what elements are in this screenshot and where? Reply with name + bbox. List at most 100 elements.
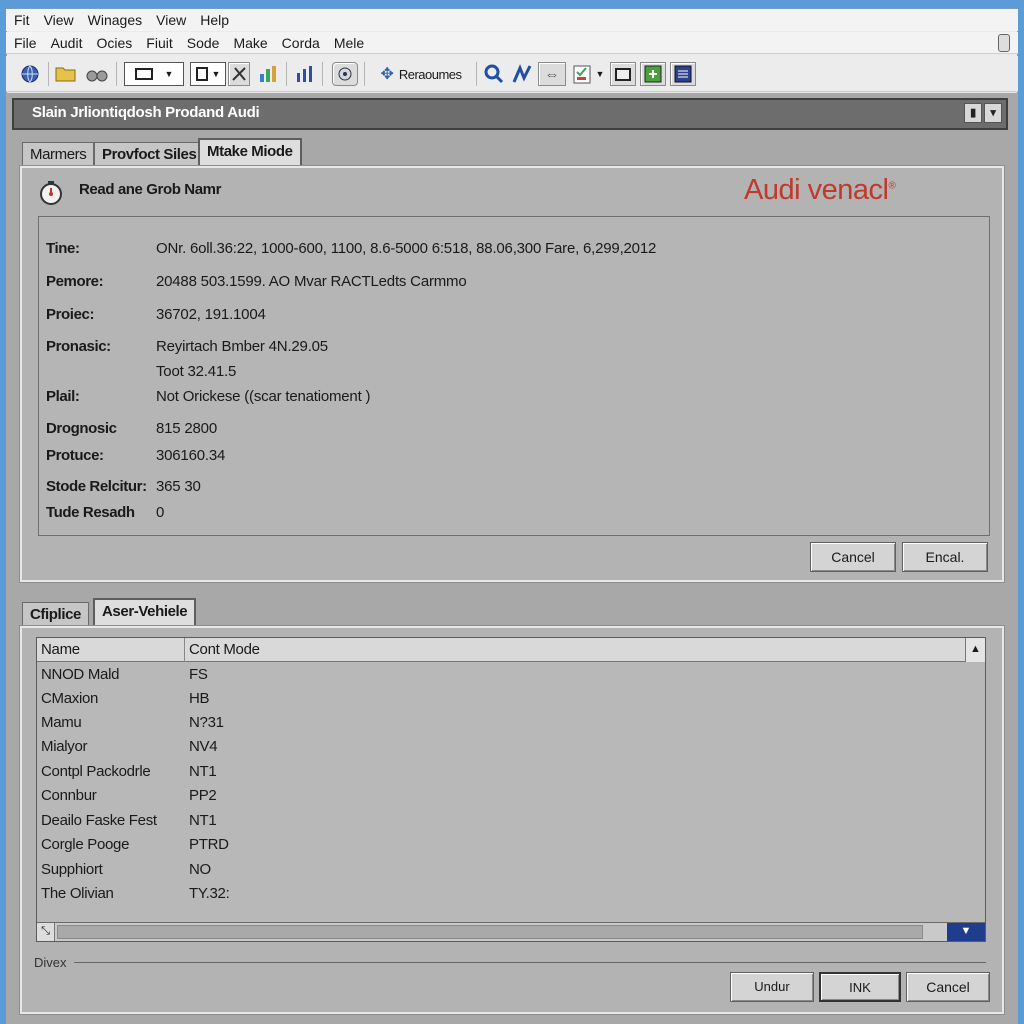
cell-name: Corgle Pooge — [41, 836, 130, 853]
chevron-down-icon[interactable]: ▼ — [594, 62, 606, 86]
menu-item-fit[interactable]: Fit — [6, 9, 37, 31]
page-title: Slain Jrliontiqdosh Prodand Audi — [32, 104, 260, 121]
table-row[interactable]: The Olivian TY.32: — [41, 885, 981, 909]
group-divider — [74, 962, 986, 963]
menu-item-view[interactable]: View — [37, 9, 81, 31]
details-encal-button[interactable]: Encal. — [902, 542, 988, 572]
field-label-pemore: Pemore: — [46, 273, 104, 290]
signal-icon[interactable] — [294, 62, 316, 86]
table-row[interactable]: Corgle Pooge PTRD — [41, 836, 981, 860]
field-label-tude-resadh: Tude Resadh — [46, 504, 135, 521]
group-label: Divex — [34, 955, 67, 970]
cell-mode: PTRD — [189, 836, 229, 853]
menu-item-mele[interactable]: Mele — [327, 32, 371, 54]
menu-item-ocies[interactable]: Ocies — [89, 32, 139, 54]
tab-mtake-miode[interactable]: Mtake Miode — [198, 138, 302, 167]
globe-icon[interactable] — [18, 62, 42, 86]
field-value-proiec: 36702, 191.1004 — [156, 306, 266, 323]
brand-logo: Audi venacl® — [744, 174, 896, 206]
menu-item-winages[interactable]: Winages — [81, 9, 149, 31]
menu-item-fiuit[interactable]: Fiuit — [139, 32, 179, 54]
report-icon[interactable] — [670, 62, 696, 86]
window-restore-icon[interactable] — [998, 34, 1010, 52]
tab-cfiplice[interactable]: Cfiplice — [22, 602, 89, 627]
menu-item-corda[interactable]: Corda — [275, 32, 327, 54]
scrollbar-thumb[interactable] — [57, 925, 923, 939]
diagnostic-disc-icon[interactable] — [332, 62, 358, 86]
export-icon[interactable] — [640, 62, 666, 86]
horizontal-scrollbar[interactable]: ⤡ ▼ — [37, 922, 985, 941]
toolbar: ▼ ▼ ✥ Reraoumes ⇔ ▼ — [6, 56, 1018, 92]
field-value-toot: Toot 32.41.5 — [156, 363, 237, 380]
document-title-bar: Slain Jrliontiqdosh Prodand Audi ▮ ▾ — [12, 98, 1008, 130]
menu-bar-secondary: File Audit Ocies Fiuit Sode Make Corda M… — [6, 32, 1018, 54]
cell-mode: NT1 — [189, 812, 217, 829]
cell-mode: TY.32: — [189, 885, 230, 902]
cell-mode: NV4 — [189, 738, 218, 755]
table-row[interactable]: Contpl Packodrle NT1 — [41, 763, 981, 787]
menu-item-sode[interactable]: Sode — [180, 32, 227, 54]
field-value-pemore: 20488 503.1599. AO Mvar RACTLedts Carmmo — [156, 273, 467, 290]
field-value-plail: Not Orickese ((scar tenatioment ) — [156, 388, 371, 405]
cancel-button[interactable]: Cancel — [906, 972, 990, 1002]
field-value-drognosic: 815 2800 — [156, 420, 217, 437]
dropdown-arrow-icon[interactable]: ▾ — [984, 103, 1002, 123]
table-row[interactable]: Connbur PP2 — [41, 787, 981, 811]
menu-item-view-2[interactable]: View — [149, 9, 193, 31]
field-value-pronasic: Reyirtach Bmber 4N.29.05 — [156, 338, 328, 355]
checklist-icon[interactable] — [570, 62, 594, 86]
column-header-cont-mode[interactable]: Cont Mode — [189, 641, 260, 658]
table-row[interactable]: NNOD Mald FS — [41, 666, 981, 690]
table-row[interactable]: Mialyor NV4 — [41, 738, 981, 762]
chevron-down-icon: ▼ — [164, 69, 174, 79]
tools-icon[interactable] — [228, 62, 250, 86]
page-setup-dropdown[interactable]: ▼ — [190, 62, 226, 86]
column-header-name[interactable]: Name — [41, 641, 80, 658]
cell-mode: PP2 — [189, 787, 217, 804]
menu-item-help[interactable]: Help — [193, 9, 236, 31]
cell-mode: FS — [189, 666, 208, 683]
field-value-protuce: 306160.34 — [156, 447, 226, 464]
details-cancel-button[interactable]: Cancel — [810, 542, 896, 572]
cell-name: Mialyor — [41, 738, 88, 755]
details-heading: Read ane Grob Namr — [79, 181, 222, 198]
tab-marmers[interactable]: Marmers — [22, 142, 95, 167]
binoculars-icon[interactable] — [84, 62, 110, 86]
swap-arrows-icon[interactable]: ⇔ — [538, 62, 566, 86]
folder-open-icon[interactable] — [54, 62, 78, 86]
chevron-down-icon: ▼ — [211, 69, 221, 79]
window-icon[interactable] — [610, 62, 636, 86]
scroll-up-icon[interactable]: ▲ — [965, 638, 985, 662]
undo-button[interactable]: Undur — [730, 972, 814, 1002]
table-row[interactable]: Mamu N?31 — [41, 714, 981, 738]
rearrange-label: Reraoumes — [398, 66, 462, 82]
table-row[interactable]: Supphiort NO — [41, 861, 981, 885]
search-icon[interactable] — [482, 62, 506, 86]
document-icon — [195, 67, 208, 81]
tab-aser-vehiele[interactable]: Aser-Vehiele — [93, 598, 197, 627]
table-row[interactable]: CMaxion HB — [41, 690, 981, 714]
cell-name: NNOD Mald — [41, 666, 120, 683]
move-arrows-icon: ✥ — [380, 66, 394, 83]
field-label-proiec: Proiec: — [46, 306, 95, 323]
view-mode-dropdown[interactable]: ▼ — [124, 62, 184, 86]
scroll-down-icon[interactable]: ▼ — [947, 923, 985, 941]
field-label-plail: Plail: — [46, 388, 80, 405]
table-row[interactable]: Deailo Faske Fest NT1 — [41, 812, 981, 836]
field-value-stode-relcitur: 365 30 — [156, 478, 201, 495]
menu-item-file[interactable]: File — [6, 32, 44, 54]
cell-mode: HB — [189, 690, 210, 707]
lock-icon[interactable]: ▮ — [964, 103, 982, 123]
menu-item-audit[interactable]: Audit — [44, 32, 90, 54]
field-label-protuce: Protuce: — [46, 447, 104, 464]
bar-chart-icon[interactable] — [256, 62, 280, 86]
cell-name: Mamu — [41, 714, 82, 731]
field-label-pronasic: Pronasic: — [46, 338, 111, 355]
resize-grip-icon[interactable]: ⤡ — [37, 923, 55, 941]
graph-icon[interactable] — [510, 62, 534, 86]
field-label-stode-relcitur: Stode Relcitur: — [46, 478, 147, 495]
rearrange-button[interactable]: ✥ Reraoumes — [372, 62, 470, 86]
ok-button[interactable]: INK — [819, 972, 901, 1002]
tab-provfoct-siles[interactable]: Provfoct Siles — [94, 142, 205, 167]
menu-item-make[interactable]: Make — [226, 32, 274, 54]
